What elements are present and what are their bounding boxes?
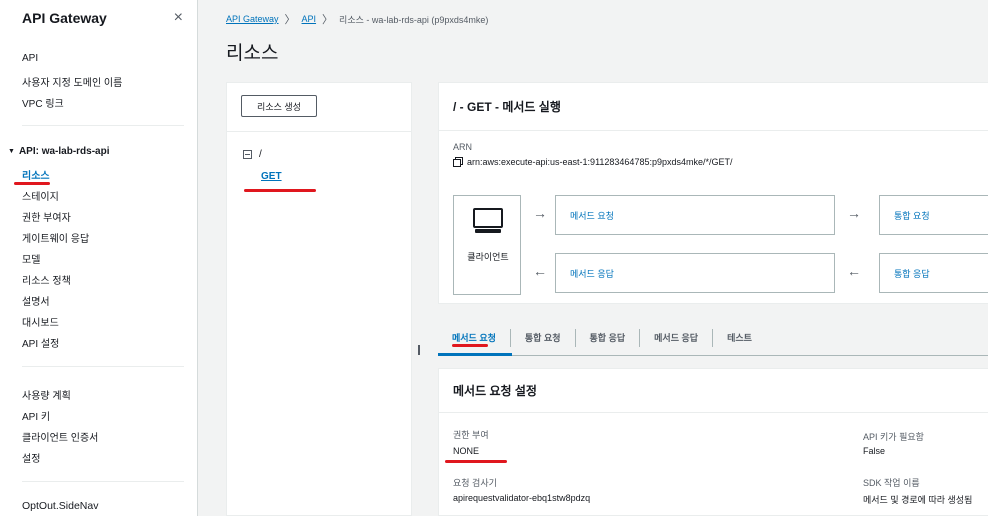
request-validator-label: 요청 검사기 (453, 478, 497, 488)
sidebar-item-models[interactable]: 모델 (22, 251, 40, 266)
arrow-left-icon: ← (533, 263, 547, 279)
sidebar-item-resources[interactable]: 리소스 (22, 167, 50, 182)
sidebar-item-api-settings[interactable]: API 설정 (22, 335, 59, 350)
client-box[interactable]: 클라이언트 (453, 195, 521, 295)
client-label: 클라이언트 (467, 252, 509, 262)
sidebar-item-custom-domain[interactable]: 사용자 지정 도메인 이름 (22, 74, 122, 89)
caret-down-icon: ▼ (8, 148, 15, 155)
arn-value: arn:aws:execute-api:us-east-1:9112834647… (467, 157, 733, 167)
sidebar-item-resource-policy[interactable]: 리소스 정책 (22, 272, 71, 287)
sidebar-item-optout[interactable]: OptOut.SideNav (22, 500, 98, 512)
panel-resize-handle[interactable] (418, 345, 420, 355)
breadcrumb-api[interactable]: API (302, 14, 317, 24)
sidebar-header: API Gateway × (0, 0, 197, 36)
sdk-operation-value: 메서드 및 경로에 따라 생성됨 (863, 495, 973, 505)
arrow-right-icon: → (533, 205, 547, 221)
api-key-required-label: API 키가 필요함 (863, 432, 924, 442)
sidebar-title[interactable]: API Gateway (22, 10, 107, 26)
annotation-underline (452, 344, 488, 347)
sidebar-item-settings[interactable]: 설정 (22, 450, 40, 465)
arrow-left-icon: ← (847, 263, 861, 279)
sidebar-item-authorizers[interactable]: 권한 부여자 (22, 209, 71, 224)
method-execution-panel: / - GET - 메서드 실행 ARN arn:aws:execute-api… (438, 82, 988, 304)
active-tab-indicator (438, 353, 512, 356)
sidebar-item-dashboard[interactable]: 대시보드 (22, 314, 59, 329)
arn-row: arn:aws:execute-api:us-east-1:9112834647… (453, 157, 733, 167)
collapse-icon[interactable] (243, 150, 252, 159)
api-key-required-value: False (863, 446, 886, 456)
settings-heading: 메서드 요청 설정 (439, 369, 988, 413)
monitor-icon (473, 208, 503, 234)
chevron-right-icon: 〉 (284, 14, 296, 26)
sidebar-item-stages[interactable]: 스테이지 (22, 188, 59, 203)
tab-method-response[interactable]: 메서드 응답 (639, 328, 712, 347)
breadcrumb: API Gateway 〉 API 〉 리소스 - wa-lab-rds-api… (226, 11, 488, 27)
annotation-underline (244, 189, 316, 192)
method-tabs: 메서드 요청 통합 요청 통합 응답 메서드 응답 테스트 (438, 320, 988, 356)
tab-integration-request[interactable]: 통합 요청 (509, 328, 575, 347)
authorization-label: 권한 부여 (453, 430, 489, 440)
close-icon[interactable]: × (174, 10, 183, 26)
sidebar-section-api[interactable]: ▼ API: wa-lab-rds-api (8, 146, 110, 157)
resource-tree-panel: 리소스 생성 / GET (226, 82, 412, 516)
sidebar-section-label: API: wa-lab-rds-api (18, 146, 110, 157)
sidebar-item-vpc-link[interactable]: VPC 링크 (22, 95, 64, 110)
tab-integration-response[interactable]: 통합 응답 (574, 328, 640, 347)
method-request-box[interactable]: 메서드 요청 (555, 195, 835, 235)
copy-icon[interactable] (453, 157, 463, 167)
tree-node-root-label: / (259, 149, 262, 160)
arn-label: ARN (453, 142, 473, 152)
arrow-right-icon: → (847, 205, 861, 221)
sdk-operation-label: SDK 작업 이름 (863, 478, 920, 488)
annotation-underline (14, 182, 50, 185)
sidebar-item-usage-plans[interactable]: 사용량 계획 (22, 387, 71, 402)
method-execution-heading: / - GET - 메서드 실행 (439, 83, 988, 131)
breadcrumb-current: 리소스 - wa-lab-rds-api (p9pxds4mke) (339, 14, 489, 25)
authorization-value: NONE (453, 446, 480, 456)
breadcrumb-api-gateway[interactable]: API Gateway (226, 14, 279, 24)
sidebar-item-api-keys[interactable]: API 키 (22, 408, 50, 423)
tree-divider (227, 131, 411, 132)
method-response-box[interactable]: 메서드 응답 (555, 253, 835, 293)
sidebar-item-api[interactable]: API (22, 53, 38, 64)
chevron-right-icon: 〉 (322, 14, 334, 26)
annotation-underline (445, 460, 507, 463)
side-navigation: API Gateway × API 사용자 지정 도메인 이름 VPC 링크 ▼… (0, 0, 198, 516)
sidebar-divider (22, 481, 184, 482)
method-request-settings-panel: 메서드 요청 설정 권한 부여 NONE 요청 검사기 apirequestva… (438, 368, 988, 516)
sidebar-item-gateway-responses[interactable]: 게이트웨이 응답 (22, 230, 89, 245)
request-validator-value: apirequestvalidator-ebq1stw8pdzq (453, 493, 591, 503)
sidebar-item-client-certificates[interactable]: 클라이언트 인증서 (22, 429, 98, 444)
integration-request-box[interactable]: 통합 요청 (879, 195, 988, 235)
sidebar-divider (22, 125, 184, 126)
create-resource-button[interactable]: 리소스 생성 (241, 95, 317, 117)
tree-node-root[interactable]: / (243, 149, 262, 160)
page-title: 리소스 (226, 43, 279, 64)
tree-node-get-method[interactable]: GET (261, 171, 282, 182)
integration-response-box[interactable]: 통합 응답 (879, 253, 988, 293)
tab-test[interactable]: 테스트 (712, 328, 766, 347)
sidebar-divider (22, 366, 184, 367)
sidebar-item-documentation[interactable]: 설명서 (22, 293, 50, 308)
